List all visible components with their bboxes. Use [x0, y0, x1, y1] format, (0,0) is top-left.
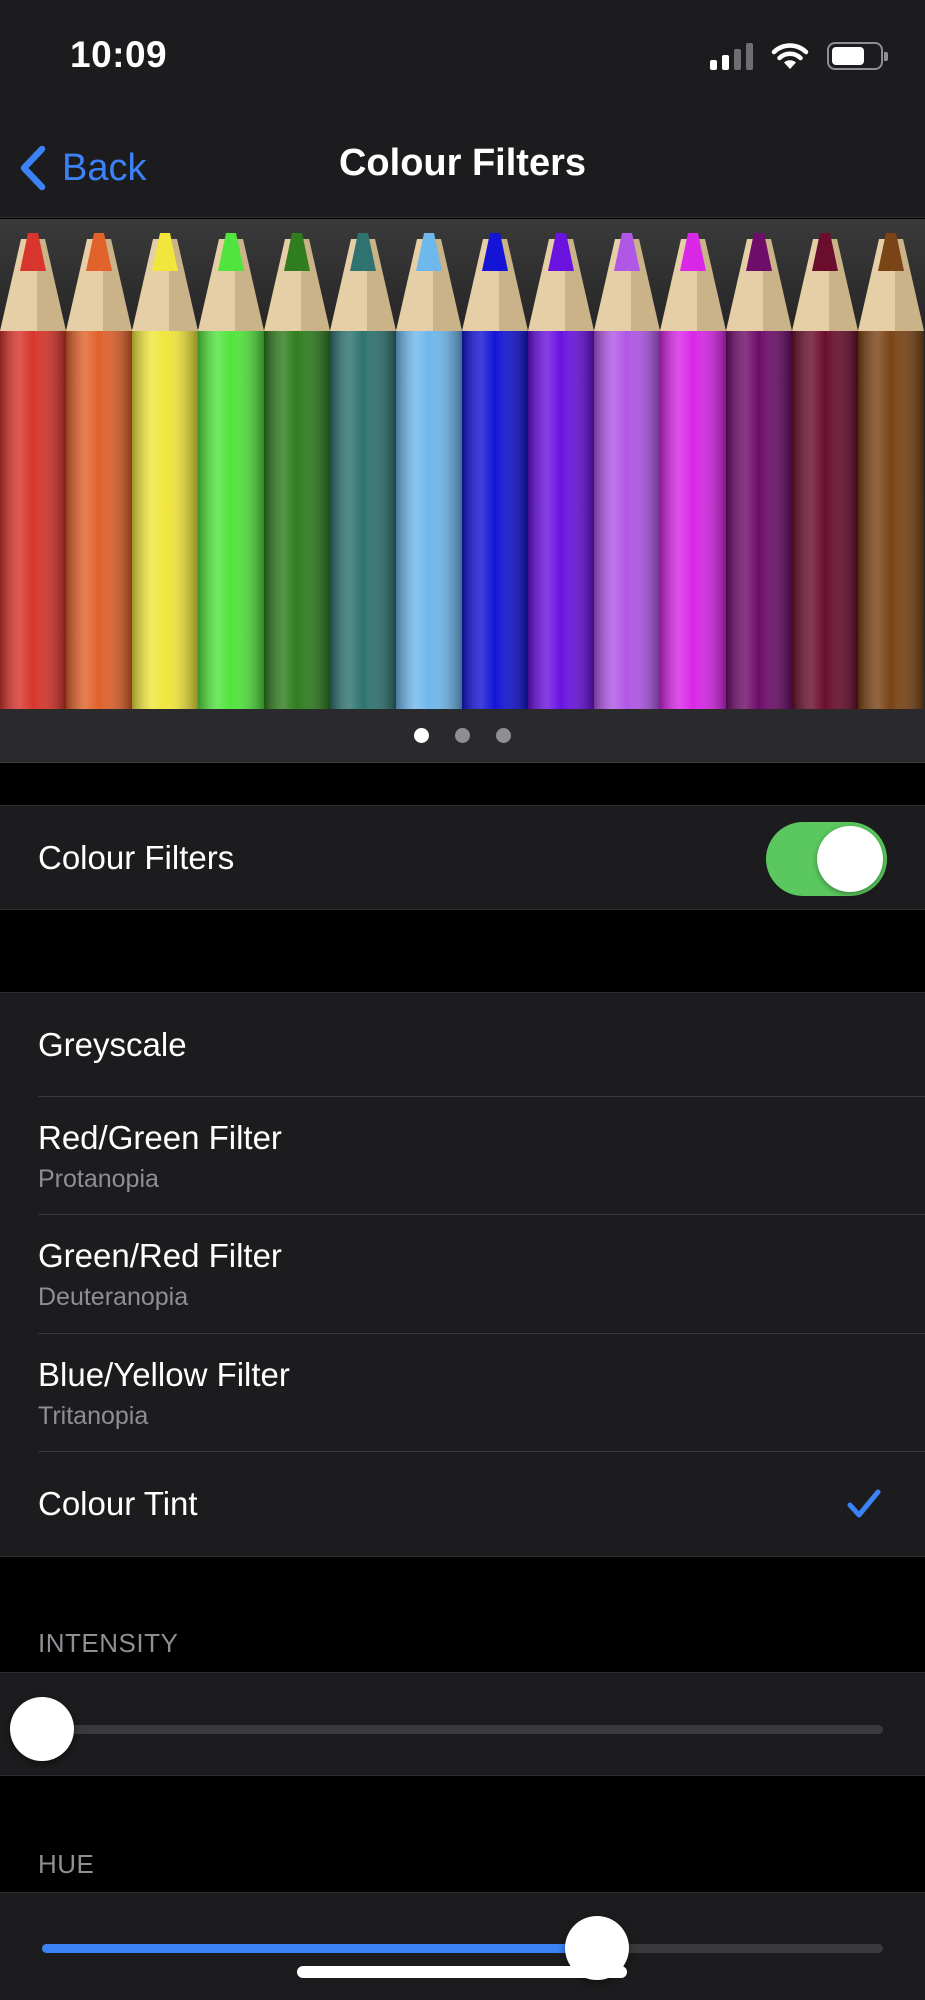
filter-option-deuteranopia[interactable]: Green/Red Filter Deuteranopia — [0, 1215, 925, 1334]
pencils-image — [0, 233, 924, 709]
filter-option-colour-tint[interactable]: Colour Tint — [0, 1452, 925, 1556]
page-indicator[interactable] — [0, 709, 925, 763]
pencil — [726, 233, 792, 709]
page-title: Colour Filters — [338, 142, 587, 184]
toggle-knob — [817, 826, 883, 892]
intensity-group — [0, 1672, 925, 1776]
pencil — [330, 233, 396, 709]
toggle-group: Colour Filters — [0, 805, 925, 910]
status-icons — [710, 42, 888, 70]
hue-slider[interactable] — [42, 1916, 883, 1980]
filter-option-sublabel: Deuteranopia — [38, 1283, 189, 1311]
filter-option-label: Colour Tint — [38, 1485, 198, 1522]
pencil — [198, 233, 264, 709]
page-dot — [455, 728, 470, 743]
pencil — [858, 233, 924, 709]
filter-options-group: Greyscale Red/Green Filter Protanopia Gr… — [0, 992, 925, 1557]
pencil — [264, 233, 330, 709]
pencil — [0, 233, 66, 709]
status-time: 10:09 — [70, 34, 168, 75]
intensity-slider-thumb[interactable] — [10, 1697, 74, 1761]
pencil — [792, 233, 858, 709]
pencil — [396, 233, 462, 709]
home-indicator[interactable] — [297, 1966, 627, 1978]
filter-option-label: Blue/Yellow Filter — [38, 1355, 290, 1393]
filter-option-sublabel: Protanopia — [38, 1164, 159, 1193]
page-dot — [414, 728, 429, 743]
filter-option-greyscale[interactable]: Greyscale — [0, 993, 925, 1097]
cellular-signal-icon — [710, 42, 753, 70]
colour-filters-label: Colour Filters — [38, 838, 235, 876]
pencil — [594, 233, 660, 709]
intensity-slider[interactable] — [10, 1697, 883, 1761]
hue-header: HUE — [38, 1849, 95, 1879]
pencil — [660, 233, 726, 709]
colour-filters-toggle[interactable] — [766, 822, 887, 896]
filter-option-label: Red/Green Filter — [38, 1118, 282, 1156]
checkmark-icon — [847, 1489, 881, 1518]
filter-option-label: Green/Red Filter — [38, 1237, 282, 1274]
colour-filters-row: Colour Filters — [0, 806, 925, 909]
page-dot — [496, 728, 511, 743]
pencil — [528, 233, 594, 709]
status-bar: 10:09 — [0, 0, 925, 118]
filter-option-sublabel: Tritanopia — [38, 1401, 149, 1430]
filter-option-protanopia[interactable]: Red/Green Filter Protanopia — [0, 1097, 925, 1215]
pencil — [66, 233, 132, 709]
intensity-header: INTENSITY — [38, 1628, 179, 1658]
pencil — [132, 233, 198, 709]
hue-slider-fill — [42, 1944, 598, 1953]
filter-option-label: Greyscale — [38, 1026, 187, 1063]
colour-pencils-preview[interactable] — [0, 219, 925, 709]
navigation-bar: Back Colour Filters — [0, 118, 925, 218]
hue-group — [0, 1892, 925, 2000]
battery-icon — [827, 42, 888, 70]
filter-option-tritanopia[interactable]: Blue/Yellow Filter Tritanopia — [0, 1334, 925, 1452]
pencil — [462, 233, 528, 709]
screen: 10:09 Back Colour Filters Colour Filters… — [0, 0, 925, 2000]
wifi-icon — [771, 43, 809, 69]
